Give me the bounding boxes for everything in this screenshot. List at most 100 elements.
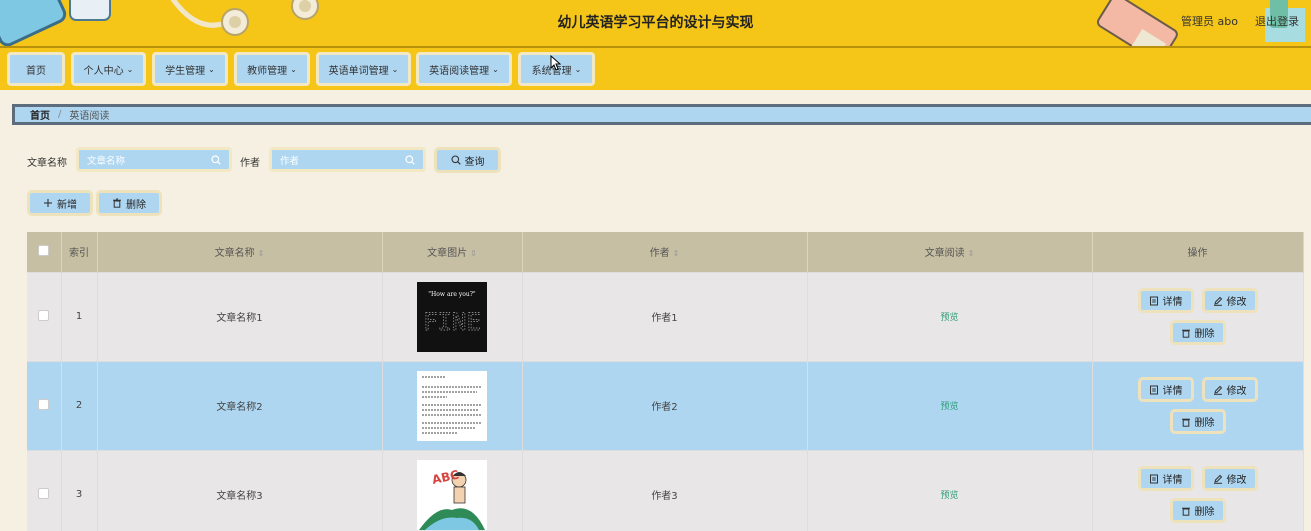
row-index: 3 (61, 449, 98, 531)
nav-student-management[interactable]: 学生管理 ⌄ (152, 52, 228, 86)
edit-button[interactable]: 修改 (1201, 466, 1258, 492)
chevron-down-icon: ⌄ (391, 64, 399, 74)
plus-icon (44, 199, 52, 207)
col-image: 文章图片 (427, 248, 468, 260)
breadcrumb-current: 英语阅读 (69, 111, 110, 122)
add-button[interactable]: 新增 (27, 190, 93, 216)
sort-icon: ⇕ (470, 249, 477, 259)
query-button[interactable]: 查询 (434, 147, 501, 173)
author-search-placeholder: 作者 (280, 155, 300, 167)
bulk-delete-button-label: 删除 (126, 199, 146, 211)
col-author: 作者 (649, 248, 670, 260)
breadcrumb-separator: / (58, 109, 62, 120)
edit-button-label: 修改 (1226, 297, 1247, 308)
chevron-down-icon: ⌄ (126, 64, 134, 74)
title-search-label: 文章名称 (27, 158, 67, 169)
nav-personal-center-label: 个人中心 (83, 65, 124, 77)
edit-button-label: 修改 (1226, 475, 1247, 487)
row-checkbox[interactable] (38, 487, 50, 499)
mouse-cursor-icon (550, 55, 561, 71)
nav-personal-center[interactable]: 个人中心 ⌄ (71, 52, 146, 86)
col-image-header[interactable]: 文章图片 ⇕ (382, 232, 523, 272)
delete-button[interactable]: 删除 (1169, 498, 1226, 524)
row-select-cell (27, 449, 62, 531)
row-read-cell: 预览 (807, 449, 1093, 531)
article-image: "How are you?" FINE (417, 281, 487, 352)
nav-word-management[interactable]: 英语单词管理 ⌄ (316, 52, 411, 86)
trash-icon (1181, 418, 1190, 427)
nav-home[interactable]: 首页 (7, 52, 65, 86)
nav-reading-management[interactable]: 英语阅读管理 ⌄ (416, 52, 512, 86)
col-read: 文章阅读 (924, 248, 965, 260)
row-checkbox[interactable] (38, 398, 50, 410)
row-image-cell: "How are you?" FINE (382, 271, 523, 361)
author-search-input[interactable]: 作者 (269, 147, 426, 172)
title-search-input[interactable]: 文章名称 (76, 147, 232, 172)
breadcrumb: 首页 / 英语阅读 (12, 104, 1311, 125)
row-read-cell: 预览 (807, 360, 1093, 450)
chevron-down-icon: ⌄ (492, 64, 499, 74)
article-image: ABC (417, 459, 487, 530)
reading-table: 索引 文章名称 ⇕ 文章图片 ⇕ 作者 ⇕ 文章阅读 ⇕ 操作 1 文章名称1 "How… (27, 232, 1304, 531)
pencil-icon (1213, 296, 1222, 306)
bulk-delete-button[interactable]: 删除 (96, 190, 162, 216)
row-index: 2 (61, 360, 98, 450)
edit-button[interactable]: 修改 (1201, 377, 1258, 402)
nav-reading-management-label: 英语阅读管理 (429, 65, 490, 77)
col-read-header[interactable]: 文章阅读 ⇕ (807, 232, 1093, 272)
detail-button-label: 详情 (1162, 386, 1183, 397)
nav-teacher-management-label: 教师管理 (247, 65, 288, 77)
row-title: 文章名称1 (97, 271, 383, 361)
chevron-down-icon: ⌄ (290, 64, 297, 74)
chevron-down-icon: ⌄ (208, 64, 215, 74)
search-icon (405, 154, 415, 165)
row-read-cell: 预览 (807, 271, 1093, 361)
col-author-header[interactable]: 作者 ⇕ (522, 232, 808, 272)
row-select-cell (27, 271, 62, 361)
query-button-label: 查询 (464, 156, 485, 168)
row-image-cell (382, 360, 523, 450)
preview-link[interactable]: 预览 (940, 491, 958, 501)
title-search-placeholder: 文章名称 (87, 155, 126, 167)
col-title-header[interactable]: 文章名称 ⇕ (97, 232, 383, 272)
row-actions: 详情 修改 删除 (1092, 360, 1304, 450)
row-actions: 详情 修改 删除 (1092, 271, 1304, 361)
table-row[interactable]: 1 文章名称1 "How are you?" FINE 作者1 预览 详情 修改… (27, 271, 1304, 361)
main-nav: 首页 个人中心 ⌄ 学生管理 ⌄ 教师管理 ⌄ 英语单词管理 ⌄ 英语阅读管理 ⌄ 系统管… (0, 48, 1311, 90)
col-index: 索引 (61, 232, 98, 272)
row-checkbox[interactable] (38, 309, 50, 321)
row-image-cell: ABC (382, 449, 523, 531)
breadcrumb-home[interactable]: 首页 (30, 107, 50, 122)
nav-teacher-management[interactable]: 教师管理 ⌄ (234, 52, 310, 86)
row-select-cell (27, 360, 62, 450)
image-word: FINE (423, 308, 481, 336)
select-all-checkbox[interactable] (38, 244, 50, 256)
detail-button[interactable]: 详情 (1137, 377, 1194, 402)
select-all-cell (27, 232, 62, 272)
search-icon (211, 154, 221, 165)
pencil-icon (1213, 385, 1222, 395)
admin-username: 管理员 abo (1181, 15, 1238, 28)
site-title: 幼儿英语学习平台的设计与实现 (557, 15, 754, 31)
row-author: 作者3 (522, 449, 808, 531)
detail-button-label: 详情 (1162, 475, 1183, 487)
article-image (417, 370, 487, 441)
row-author: 作者2 (522, 360, 808, 450)
table-row[interactable]: 3 文章名称3 ABC 作者3 预览 详情 修改 删除 (27, 449, 1304, 531)
delete-button[interactable]: 删除 (1169, 320, 1226, 345)
preview-link[interactable]: 预览 (940, 313, 958, 323)
edit-button-label: 修改 (1226, 386, 1247, 397)
detail-button[interactable]: 详情 (1137, 288, 1194, 313)
delete-button[interactable]: 删除 (1169, 409, 1226, 434)
search-icon (450, 155, 461, 165)
col-title: 文章名称 (214, 248, 255, 260)
detail-button-label: 详情 (1162, 297, 1183, 308)
row-title: 文章名称2 (97, 360, 383, 450)
preview-link[interactable]: 预览 (940, 402, 958, 412)
document-icon (1149, 296, 1158, 305)
trash-icon (1181, 329, 1190, 338)
detail-button[interactable]: 详情 (1137, 466, 1194, 492)
logout-link[interactable]: 退出登录 (1255, 13, 1299, 29)
edit-button[interactable]: 修改 (1201, 288, 1258, 313)
table-row[interactable]: 2 文章名称2 作者2 预览 详情 修改 删除 (27, 360, 1304, 450)
